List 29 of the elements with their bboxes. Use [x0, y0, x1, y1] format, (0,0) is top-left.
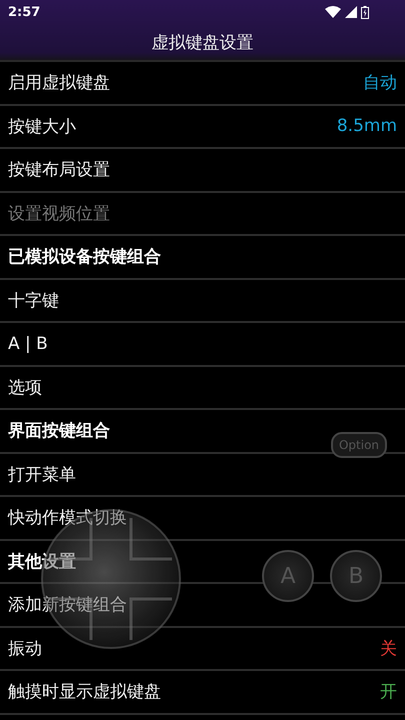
clock: 2:57 [8, 4, 40, 20]
settings-label: 选项 [8, 376, 42, 399]
signal-icon [345, 6, 357, 18]
settings-item[interactable]: 启用虚拟键盘 自动 [0, 62, 405, 106]
settings-item[interactable]: 选项 [0, 366, 405, 410]
settings-value: 关 [380, 638, 397, 660]
settings-value: 8.5mm [336, 116, 397, 136]
settings-label: 按键布局设置 [8, 159, 110, 182]
settings-item[interactable]: 触摸时显示虚拟键盘 开 [0, 671, 405, 714]
settings-label: 添加新按键组合 [8, 594, 127, 616]
settings-value: 开 [380, 681, 397, 704]
settings-label: 振动 [8, 638, 42, 660]
settings-label: 按键大小 [8, 116, 76, 138]
settings-label: 十字键 [8, 290, 59, 312]
wifi-icon [325, 6, 341, 18]
section-header: 已模拟设备按键组合 [0, 236, 405, 280]
settings-label: 快动作模式切换 [8, 507, 127, 530]
settings-item[interactable]: A | B [0, 323, 405, 366]
settings-item[interactable]: 十字键 [0, 280, 405, 323]
settings-label: 打开菜单 [8, 464, 76, 486]
battery-icon [361, 6, 369, 18]
settings-label: 启用虚拟键盘 [8, 72, 110, 94]
settings-item[interactable]: 按键布局设置 [0, 149, 405, 192]
screen-title: 虚拟键盘设置 [152, 32, 254, 54]
settings-label: A | B [8, 334, 48, 354]
settings-value: 自动 [363, 72, 397, 94]
settings-label: 设置视频位置 [8, 202, 110, 225]
settings-label: 触摸时显示虚拟键盘 [8, 681, 161, 704]
settings-item[interactable]: 按键大小 8.5mm [0, 106, 405, 149]
